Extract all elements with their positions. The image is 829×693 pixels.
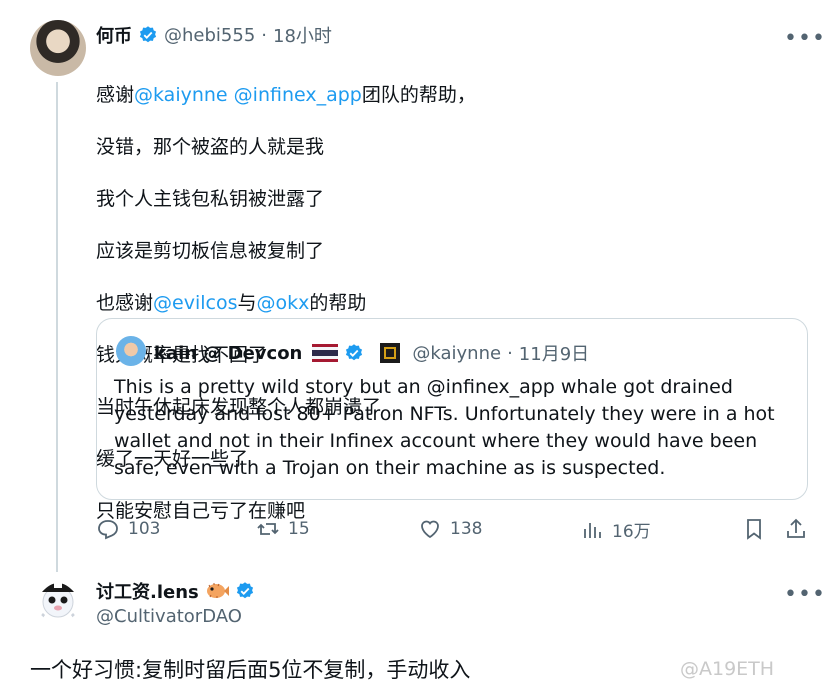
quoted-date[interactable]: 11月9日 xyxy=(519,340,589,366)
quoted-handle[interactable]: @kaiynne xyxy=(412,343,501,364)
reply-button[interactable]: 103 xyxy=(96,517,160,541)
separator: · xyxy=(507,342,513,364)
quoted-avatar[interactable] xyxy=(116,336,146,366)
share-icon xyxy=(787,518,805,538)
text-segment: 感谢 xyxy=(96,84,135,106)
verified-badge-icon xyxy=(236,582,253,599)
views-count: 16万 xyxy=(612,522,651,542)
avatar[interactable] xyxy=(30,20,86,76)
reply-author-name[interactable]: 讨工资.lens xyxy=(96,578,199,604)
affiliate-logo-icon xyxy=(380,343,401,363)
mention-link[interactable]: @infinex_app xyxy=(234,84,362,106)
pufferfish-emoji-icon xyxy=(206,583,229,598)
tweet-time[interactable]: 18小时 xyxy=(273,22,332,48)
watermark: @A19ETH xyxy=(680,658,775,680)
like-count: 138 xyxy=(450,519,483,539)
text-segment: 也感谢 xyxy=(96,292,154,314)
share-button[interactable] xyxy=(784,517,808,541)
views-icon xyxy=(584,522,601,538)
text-line: 我个人主钱包私钥被泄露了 xyxy=(96,188,325,210)
text-segment: 与 xyxy=(237,292,257,314)
thailand-flag-icon xyxy=(312,344,339,362)
text-segment: 团队的帮助， xyxy=(361,84,476,106)
text-segment: 的帮助 xyxy=(309,292,367,314)
retweet-count: 15 xyxy=(288,519,310,539)
verified-badge-icon xyxy=(346,344,363,361)
author-name[interactable]: 何币 xyxy=(96,22,132,48)
retweet-button[interactable]: 15 xyxy=(256,517,310,541)
author-handle[interactable]: @hebi555 xyxy=(164,25,255,46)
mention-link[interactable]: @okx xyxy=(257,292,310,314)
tweet-header: 何币 @hebi555 · 18小时 xyxy=(96,22,332,48)
bookmark-icon xyxy=(747,519,761,540)
quoted-tweet-header: kain @ Devcon @kaiynne · 11月9日 xyxy=(154,340,589,366)
reply-count: 103 xyxy=(128,519,161,539)
reply-text: 一个好习惯:复制时留后面5位不复制，手动收入 xyxy=(30,658,471,682)
separator: · xyxy=(261,24,267,46)
reply-avatar[interactable] xyxy=(34,574,82,622)
retweet-icon xyxy=(257,523,279,535)
text-line: 应该是剪切板信息被复制了 xyxy=(96,240,325,262)
reply-handle[interactable]: @CultivatorDAO xyxy=(96,606,242,627)
bookmark-button[interactable] xyxy=(742,517,766,541)
text-line: 没错，那个被盗的人就是我 xyxy=(96,136,325,158)
reply-header: 讨工资.lens xyxy=(96,578,255,604)
reply-icon xyxy=(98,520,118,540)
action-bar: 103 15 138 16万 xyxy=(96,517,808,547)
more-options-icon[interactable]: ••• xyxy=(784,28,826,50)
thread-line xyxy=(56,82,58,572)
quoted-tweet-text: This is a pretty wild story but an @infi… xyxy=(114,376,775,479)
quoted-author-name[interactable]: kain @ Devcon xyxy=(154,343,302,364)
more-options-icon[interactable]: ••• xyxy=(784,584,826,606)
like-button[interactable]: 138 xyxy=(418,517,482,541)
views-button[interactable]: 16万 xyxy=(580,517,651,542)
mention-link[interactable]: @kaiynne xyxy=(134,84,228,106)
verified-badge-icon xyxy=(139,26,157,43)
mention-link[interactable]: @evilcos xyxy=(153,292,237,314)
heart-icon xyxy=(421,520,439,539)
